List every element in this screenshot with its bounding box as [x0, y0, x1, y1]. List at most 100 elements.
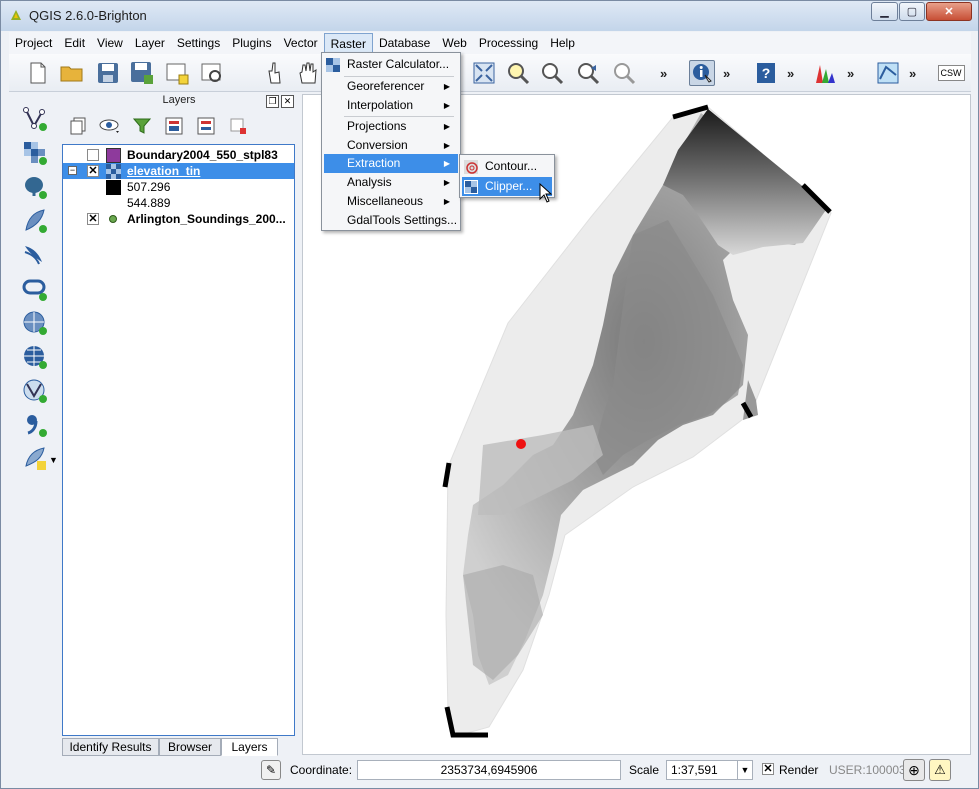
menu-raster[interactable]: Raster: [323, 33, 373, 53]
collapse-icon[interactable]: −: [68, 166, 77, 175]
add-mssql-layer-button[interactable]: [21, 241, 49, 269]
menu-item-extraction[interactable]: Extraction ▶: [324, 154, 458, 173]
layer-row-elevation-tin[interactable]: − ✕ elevation_tin: [63, 163, 294, 179]
menu-settings[interactable]: Settings: [171, 33, 226, 53]
add-spatialite-layer-button[interactable]: [21, 207, 49, 235]
collapse-all-button[interactable]: [194, 114, 218, 138]
zoom-next-button[interactable]: [611, 60, 637, 86]
menu-vector[interactable]: Vector: [278, 33, 324, 53]
toolbar-overflow-5[interactable]: »: [909, 66, 916, 81]
identify-features-button[interactable]: [689, 60, 715, 86]
save-project-button[interactable]: [95, 60, 121, 86]
messages-icon[interactable]: ✎: [261, 760, 281, 780]
new-layer-dropdown-icon[interactable]: ▼: [49, 455, 58, 465]
layers-tree[interactable]: Boundary2004_550_stpl83 − ✕ elevation_ti…: [62, 144, 295, 736]
expand-all-button[interactable]: [162, 114, 186, 138]
menu-layer[interactable]: Layer: [129, 33, 171, 53]
menu-item-projections[interactable]: Projections ▶: [324, 117, 458, 136]
legend-max-row: 507.296: [63, 179, 294, 195]
layer-visibility-checkbox[interactable]: ✕: [87, 165, 99, 177]
menu-item-raster-calculator[interactable]: Raster Calculator...: [324, 55, 458, 74]
menu-plugins[interactable]: Plugins: [226, 33, 277, 53]
tab-layers[interactable]: Layers: [221, 738, 278, 756]
remove-layer-button[interactable]: [226, 114, 250, 138]
panel-tabs: Identify Results Browser Layers: [62, 738, 296, 756]
menu-view[interactable]: View: [91, 33, 129, 53]
menu-item-georeferencer[interactable]: Georeferencer ▶: [324, 77, 458, 96]
folder-icon: [60, 66, 83, 82]
new-vector-layer-button[interactable]: [21, 105, 49, 133]
crs-label[interactable]: USER:100003: [829, 763, 906, 777]
composer-manager-button[interactable]: [199, 60, 225, 86]
point-symbol-icon: [109, 215, 117, 223]
scale-combo[interactable]: 1:37,591 ▼: [666, 760, 753, 780]
render-checkbox[interactable]: ✕: [762, 763, 774, 775]
menu-help[interactable]: Help: [544, 33, 581, 53]
menu-web[interactable]: Web: [436, 33, 472, 53]
collapse-all-icon: [197, 117, 215, 135]
pan-map-button[interactable]: [295, 60, 321, 86]
add-wfs-layer-button[interactable]: [21, 377, 49, 405]
menu-item-analysis[interactable]: Analysis ▶: [324, 173, 458, 192]
wcs-globe-icon: [24, 346, 47, 369]
crs-status-icon[interactable]: ⊕: [903, 759, 925, 781]
submenu-arrow-icon: ▶: [443, 141, 450, 150]
warning-icon[interactable]: ⚠: [929, 759, 951, 781]
help-contents-button[interactable]: ?: [753, 60, 779, 86]
add-wms-layer-button[interactable]: [21, 309, 49, 337]
add-postgis-layer-button[interactable]: [21, 173, 49, 201]
tab-identify-results[interactable]: Identify Results: [62, 738, 159, 756]
raster-menu-dropdown: Raster Calculator... Georeferencer ▶ Inte…: [321, 52, 461, 231]
layer-visibility-checkbox[interactable]: [87, 149, 99, 161]
layer-row-soundings[interactable]: ✕ Arlington_Soundings_200...: [63, 211, 294, 227]
open-project-button[interactable]: [59, 60, 85, 86]
zoom-to-selection-button[interactable]: [539, 60, 565, 86]
histogram-button[interactable]: [813, 60, 839, 86]
new-print-composer-button[interactable]: [164, 60, 190, 86]
menu-processing[interactable]: Processing: [473, 33, 544, 53]
layer-row-boundary[interactable]: Boundary2004_550_stpl83: [63, 147, 294, 163]
layer-toolbar: ▼: [9, 93, 59, 753]
menu-project[interactable]: Project: [9, 33, 58, 53]
save-as-button[interactable]: [129, 60, 155, 86]
close-button[interactable]: ✕: [926, 2, 972, 21]
panel-splitter-handle[interactable]: [297, 301, 300, 381]
menu-item-gdaltools-settings[interactable]: GdalTools Settings...: [324, 211, 458, 230]
georeference-button[interactable]: [875, 60, 901, 86]
menu-edit[interactable]: Edit: [58, 33, 91, 53]
zoom-full-button[interactable]: [471, 60, 497, 86]
minimize-button[interactable]: ▁: [871, 2, 898, 21]
toolbar-overflow-1[interactable]: »: [660, 66, 667, 81]
manage-visibility-button[interactable]: [98, 114, 122, 138]
new-feather-icon: [25, 447, 46, 470]
new-shapefile-button[interactable]: [21, 445, 49, 473]
menu-database[interactable]: Database: [373, 33, 436, 53]
filter-legend-button[interactable]: [130, 114, 154, 138]
add-oracle-layer-button[interactable]: [21, 275, 49, 303]
toolbar-overflow-2[interactable]: »: [723, 66, 730, 81]
contour-icon: [464, 160, 478, 174]
csw-button[interactable]: CSW: [937, 60, 965, 86]
add-delimited-text-layer-button[interactable]: [21, 411, 49, 439]
toolbar-overflow-4[interactable]: »: [847, 66, 854, 81]
zoom-last-button[interactable]: [575, 60, 601, 86]
touch-zoom-button[interactable]: [261, 60, 287, 86]
chevron-down-icon[interactable]: ▼: [737, 761, 752, 779]
toolbar-overflow-3[interactable]: »: [787, 66, 794, 81]
tab-browser[interactable]: Browser: [159, 738, 221, 756]
menu-item-interpolation[interactable]: Interpolation ▶: [324, 96, 458, 115]
panel-close-button[interactable]: ✕: [281, 95, 294, 108]
menu-item-conversion[interactable]: Conversion ▶: [324, 136, 458, 155]
coordinate-field[interactable]: 2353734,6945906: [357, 760, 621, 780]
maximize-button[interactable]: ▢: [899, 2, 925, 21]
layer-visibility-checkbox[interactable]: ✕: [87, 213, 99, 225]
add-raster-layer-button[interactable]: [21, 139, 49, 167]
menu-item-contour[interactable]: Contour...: [462, 157, 552, 176]
add-group-button[interactable]: [66, 114, 90, 138]
zoom-to-layer-button[interactable]: [505, 60, 531, 86]
panel-float-button[interactable]: ❐: [266, 95, 279, 108]
new-project-button[interactable]: [25, 60, 51, 86]
spatialite-feather-icon: [25, 209, 47, 233]
menu-item-miscellaneous[interactable]: Miscellaneous ▶: [324, 192, 458, 211]
add-wcs-layer-button[interactable]: [21, 343, 49, 371]
